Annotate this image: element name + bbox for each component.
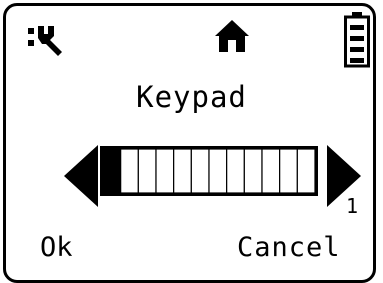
slider-segment bbox=[120, 148, 139, 194]
cancel-softkey[interactable]: Cancel bbox=[237, 232, 341, 263]
slider-segment bbox=[243, 148, 263, 194]
slider-segment bbox=[208, 148, 228, 194]
ok-softkey[interactable]: Ok bbox=[40, 232, 73, 263]
slider-segment bbox=[226, 148, 245, 194]
home-icon bbox=[215, 20, 249, 52]
level-value: 1 bbox=[346, 194, 359, 218]
slider-segment-filled bbox=[102, 148, 122, 194]
slider-segment bbox=[296, 148, 316, 194]
slider-segment bbox=[261, 148, 281, 194]
wrench-icon bbox=[28, 26, 62, 56]
slider-segment bbox=[190, 148, 210, 194]
slider-segment bbox=[155, 148, 175, 194]
battery-icon bbox=[344, 12, 370, 68]
level-slider[interactable] bbox=[100, 146, 318, 196]
decrease-arrow-icon[interactable] bbox=[64, 145, 98, 207]
slider-segment bbox=[279, 148, 298, 194]
slider-segment bbox=[173, 148, 192, 194]
screen-title: Keypad bbox=[136, 80, 247, 114]
slider-segment bbox=[137, 148, 157, 194]
